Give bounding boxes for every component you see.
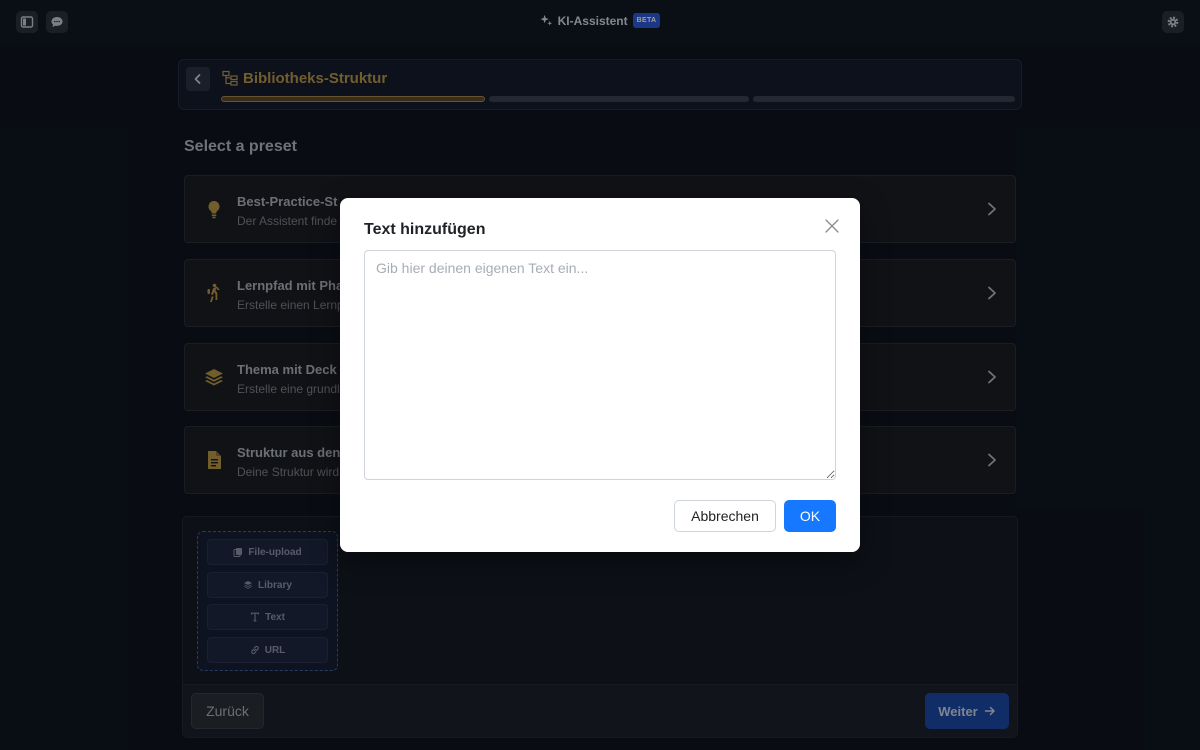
cancel-button[interactable]: Abbrechen xyxy=(674,500,776,532)
custom-text-input[interactable] xyxy=(364,250,836,480)
dialog-title: Text hinzufügen xyxy=(364,221,486,238)
add-text-dialog: Text hinzufügen Abbrechen OK xyxy=(340,198,860,552)
ok-button[interactable]: OK xyxy=(784,500,836,532)
close-icon[interactable] xyxy=(824,218,840,234)
